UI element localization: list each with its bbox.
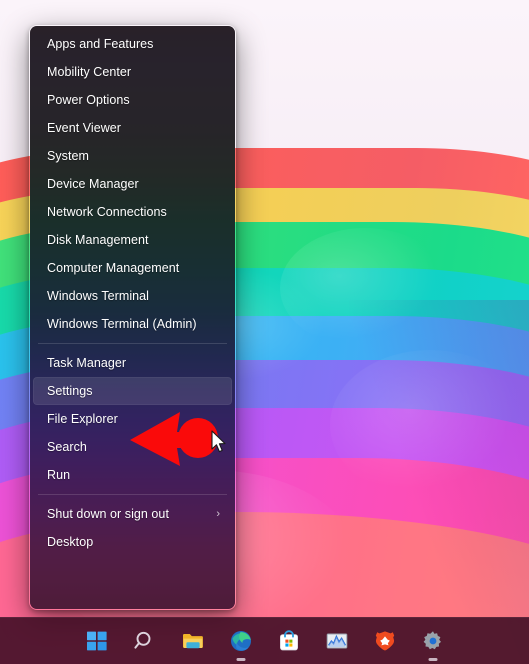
menu-item-label: Desktop (47, 535, 94, 549)
menu-item-label: Device Manager (47, 177, 139, 191)
menu-item-label: Computer Management (47, 261, 180, 275)
brave-button[interactable] (371, 627, 399, 655)
gear-icon (421, 629, 445, 653)
wallpaper-shade (349, 300, 529, 664)
store-bag-icon (277, 629, 301, 653)
edge-icon (229, 629, 253, 653)
menu-item-label: Windows Terminal (47, 289, 149, 303)
menu-item-windows-terminal-admin[interactable]: Windows Terminal (Admin) (33, 310, 232, 338)
chevron-right-icon: › (216, 507, 220, 520)
menu-item-search[interactable]: Search (33, 433, 232, 461)
search-icon (133, 629, 157, 653)
desktop-screen: Apps and Features Mobility Center Power Op… (0, 0, 529, 664)
performance-chart-icon (325, 629, 349, 653)
menu-item-disk-management[interactable]: Disk Management (33, 226, 232, 254)
menu-item-shut-down-or-sign-out[interactable]: Shut down or sign out › (33, 500, 232, 528)
file-explorer-button[interactable] (179, 627, 207, 655)
menu-item-event-viewer[interactable]: Event Viewer (33, 114, 232, 142)
menu-item-label: Disk Management (47, 233, 149, 247)
menu-item-label: Network Connections (47, 205, 167, 219)
menu-item-label: Search (47, 440, 87, 454)
menu-item-settings[interactable]: Settings (33, 377, 232, 405)
menu-item-apps-and-features[interactable]: Apps and Features (33, 30, 232, 58)
menu-separator (38, 494, 227, 495)
menu-item-label: Windows Terminal (Admin) (47, 317, 197, 331)
menu-item-task-manager[interactable]: Task Manager (33, 349, 232, 377)
menu-item-label: Task Manager (47, 356, 127, 370)
taskbar-active-indicator (428, 658, 437, 661)
menu-item-file-explorer[interactable]: File Explorer (33, 405, 232, 433)
menu-item-power-options[interactable]: Power Options (33, 86, 232, 114)
menu-item-list: Apps and Features Mobility Center Power Op… (30, 26, 235, 609)
menu-item-system[interactable]: System (33, 142, 232, 170)
menu-item-label: Shut down or sign out (47, 507, 169, 521)
search-button[interactable] (131, 627, 159, 655)
menu-item-label: Mobility Center (47, 65, 132, 79)
menu-item-label: System (47, 149, 89, 163)
brave-lion-icon (373, 629, 397, 653)
menu-item-network-connections[interactable]: Network Connections (33, 198, 232, 226)
start-button[interactable] (83, 627, 111, 655)
menu-item-label: Event Viewer (47, 121, 122, 135)
menu-item-desktop[interactable]: Desktop (33, 528, 232, 556)
menu-item-run[interactable]: Run (33, 461, 232, 489)
menu-item-label: Apps and Features (47, 37, 154, 51)
taskbar-active-indicator (236, 658, 245, 661)
menu-item-computer-management[interactable]: Computer Management (33, 254, 232, 282)
store-button[interactable] (275, 627, 303, 655)
settings-button[interactable] (419, 627, 447, 661)
menu-item-label: File Explorer (47, 412, 118, 426)
menu-item-label: Power Options (47, 93, 130, 107)
task-manager-button[interactable] (323, 627, 351, 655)
windows-logo-icon (85, 629, 109, 653)
menu-item-mobility-center[interactable]: Mobility Center (33, 58, 232, 86)
edge-button[interactable] (227, 627, 255, 661)
menu-item-label: Settings (47, 384, 93, 398)
menu-item-windows-terminal[interactable]: Windows Terminal (33, 282, 232, 310)
folder-icon (181, 629, 205, 653)
menu-item-device-manager[interactable]: Device Manager (33, 170, 232, 198)
win-x-context-menu[interactable]: Apps and Features Mobility Center Power Op… (29, 25, 236, 610)
menu-separator (38, 343, 227, 344)
taskbar[interactable] (0, 617, 529, 664)
menu-item-label: Run (47, 468, 71, 482)
